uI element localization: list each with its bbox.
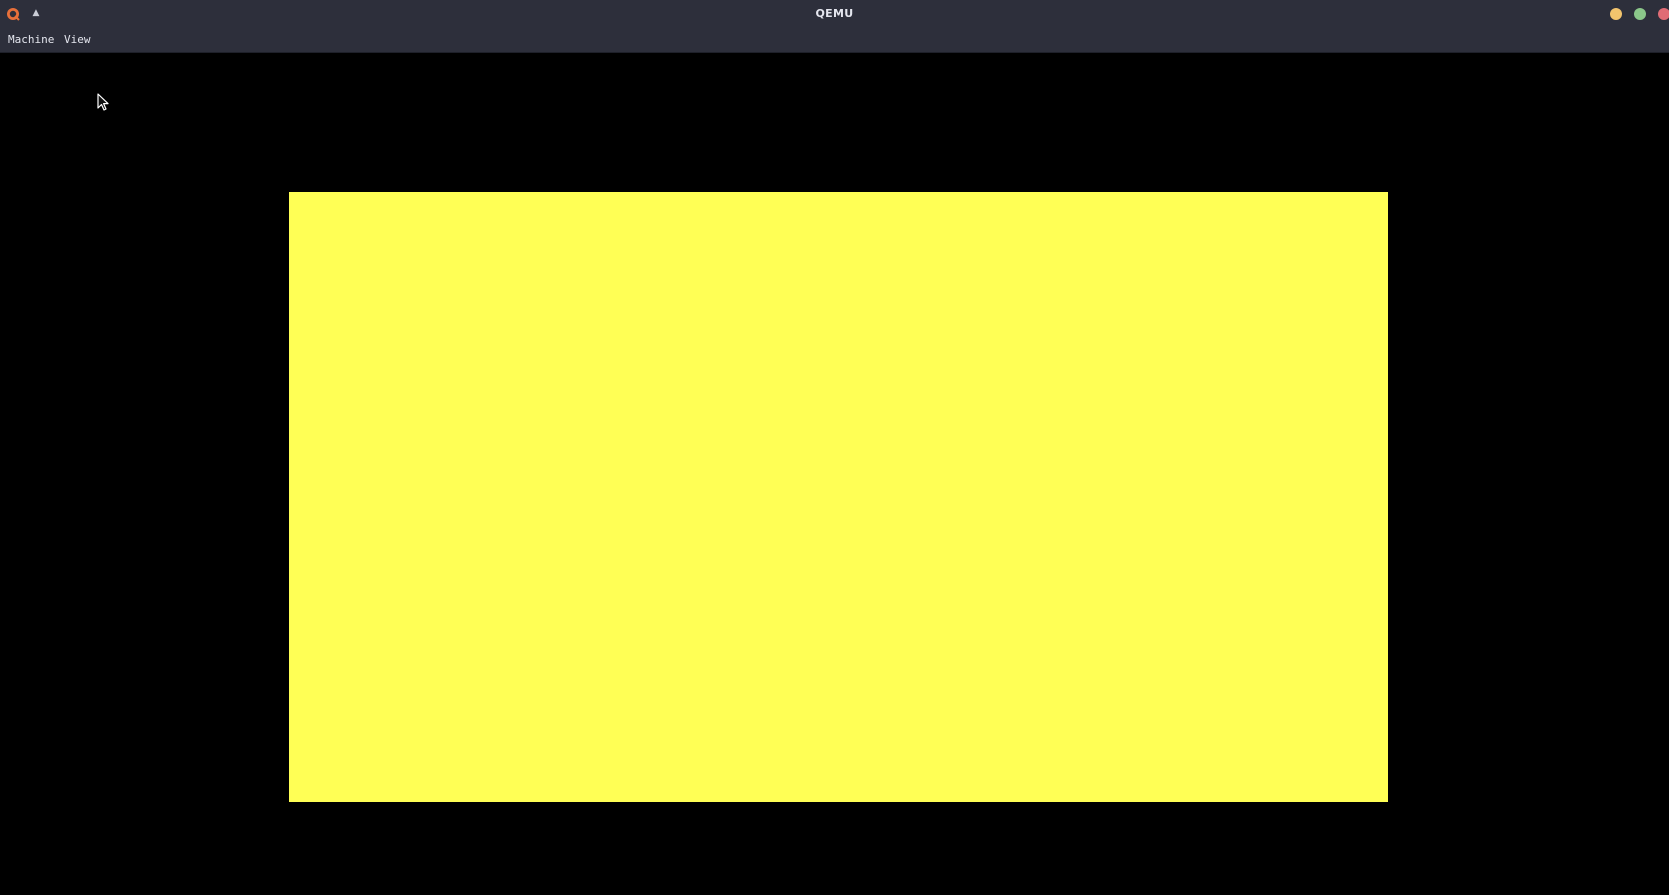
qemu-logo-icon[interactable] [6,6,20,21]
vm-display[interactable] [0,53,1669,895]
window-menu-arrow-icon[interactable]: ▲ [30,6,42,20]
menu-bar: Machine View [0,27,1669,53]
maximize-button[interactable] [1634,8,1646,20]
window-title: QEMU [815,7,854,20]
menu-view[interactable]: View [60,27,95,52]
qemu-window: ▲ QEMU Machine View [0,0,1669,895]
guest-screen[interactable] [289,192,1388,802]
close-button[interactable] [1658,8,1669,20]
menu-machine[interactable]: Machine [4,27,58,52]
minimize-button[interactable] [1610,8,1622,20]
title-bar[interactable]: ▲ QEMU [0,0,1669,27]
mouse-pointer-icon [97,93,111,113]
